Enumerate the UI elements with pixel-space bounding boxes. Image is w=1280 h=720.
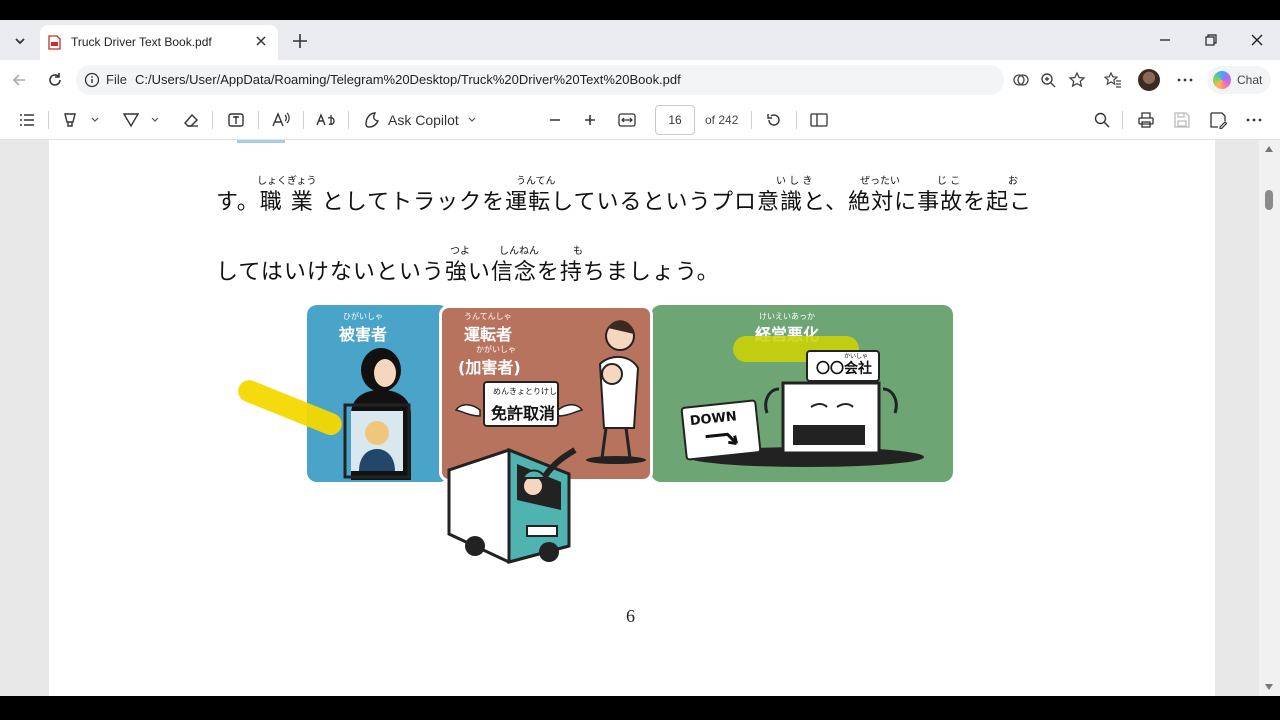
eraser-icon[interactable] xyxy=(178,109,204,131)
info-icon[interactable] xyxy=(84,72,100,88)
separator xyxy=(48,111,49,129)
down-sign: DOWN xyxy=(680,399,762,461)
minimize-icon[interactable] xyxy=(1150,28,1180,52)
panel-label: 運転者 xyxy=(464,325,513,344)
text-box-icon[interactable] xyxy=(223,109,249,131)
ask-copilot-label: Ask Copilot xyxy=(388,112,459,128)
scroll-down-arrow-icon[interactable] xyxy=(1265,684,1273,690)
fit-to-width-icon[interactable] xyxy=(614,109,640,131)
paragraph-line-2: してはいけないという強い信念を持ちましょう。 xyxy=(216,260,720,285)
reload-icon[interactable] xyxy=(42,67,68,93)
read-aloud-icon[interactable] xyxy=(268,109,294,131)
tab-active[interactable]: Truck Driver Text Book.pdf xyxy=(40,25,278,60)
business-decline-panel: けいえいあっか 経営悪化 かいしゃ 〇〇会社 DOWN xyxy=(651,305,953,482)
vertical-scrollbar[interactable] xyxy=(1259,140,1280,696)
profile-avatar[interactable] xyxy=(1138,69,1160,91)
victim-panel: ひがいしゃ 被害者 xyxy=(307,305,449,482)
separator xyxy=(212,111,213,129)
draw-tool-icon[interactable] xyxy=(116,109,162,131)
url-text[interactable]: C:/Users/User/AppData/Roaming/Telegram%2… xyxy=(135,72,681,87)
print-icon[interactable] xyxy=(1133,109,1159,131)
pdf-viewer[interactable]: しょくぎょう うんてん い し き ぜったい じ こ お す。職 業 としてトラ… xyxy=(0,140,1280,696)
pdf-page: しょくぎょう うんてん い し き ぜったい じ こ お す。職 業 としてトラ… xyxy=(49,140,1215,696)
translate-icon[interactable] xyxy=(313,109,339,131)
separator xyxy=(1122,111,1123,129)
page-number: 6 xyxy=(626,606,635,626)
license-sign-ruby: めんきょとりけし xyxy=(493,387,557,396)
chevron-down-icon xyxy=(467,115,477,125)
page-view-icon[interactable] xyxy=(806,109,832,131)
tab-strip: Truck Driver Text Book.pdf xyxy=(0,20,1280,60)
more-pdf-options-icon[interactable] xyxy=(1241,109,1267,131)
page-total-label: of 242 xyxy=(705,113,739,127)
highlight-tool-icon[interactable] xyxy=(56,109,102,131)
company-sign: かいしゃ 〇〇会社 xyxy=(806,350,880,382)
copilot-icon xyxy=(362,110,382,130)
save-icon[interactable] xyxy=(1169,109,1195,131)
copilot-chat-button[interactable]: Chat xyxy=(1207,66,1271,94)
scroll-up-arrow-icon[interactable] xyxy=(1265,146,1273,152)
zoom-icon[interactable] xyxy=(1037,69,1059,91)
down-sign-text: DOWN xyxy=(689,409,738,430)
tab-title: Truck Driver Text Book.pdf xyxy=(71,35,212,49)
contents-list-icon[interactable] xyxy=(14,109,40,131)
license-sign-text: 免許取消 xyxy=(491,404,556,423)
down-arrow-icon xyxy=(705,432,738,445)
tab-actions-chevron-down-icon[interactable] xyxy=(6,28,34,54)
separator xyxy=(348,111,349,129)
selection-marker xyxy=(237,140,285,143)
save-as-icon[interactable] xyxy=(1205,109,1231,131)
company-sign-text: 〇〇会社 xyxy=(816,361,872,377)
search-icon[interactable] xyxy=(1089,109,1115,131)
separator xyxy=(303,111,304,129)
rotate-icon[interactable] xyxy=(761,109,787,131)
grieving-woman-illustration xyxy=(343,348,411,480)
immersive-reader-icon[interactable] xyxy=(1010,69,1032,91)
screen-bottom-edge xyxy=(0,696,1280,720)
truck-driver-illustration xyxy=(447,447,577,564)
scroll-thumb[interactable] xyxy=(1265,190,1273,210)
scheme-label: File xyxy=(106,72,127,87)
separator xyxy=(796,111,797,129)
more-options-icon[interactable] xyxy=(1174,69,1196,91)
zoom-in-plus-icon[interactable] xyxy=(578,109,602,131)
zoom-out-minus-icon[interactable] xyxy=(543,109,567,131)
paragraph-line-1: す。職 業 としてトラックを運転しているというプロ意識と、絶対に事故を起こ xyxy=(216,190,1033,215)
new-tab-plus-icon[interactable] xyxy=(289,30,311,52)
panel-sub-label: (加害者) xyxy=(458,358,521,377)
separator xyxy=(258,111,259,129)
tab-close-icon[interactable] xyxy=(252,32,270,50)
page-number-input[interactable]: 16 xyxy=(655,105,695,135)
screen-top-edge xyxy=(0,0,1280,20)
favorite-star-icon[interactable] xyxy=(1066,69,1088,91)
window-close-icon[interactable] xyxy=(1242,28,1272,52)
pdf-file-icon xyxy=(48,35,61,50)
panel-label: 被害者 xyxy=(339,325,388,344)
omnibox[interactable]: File C:/Users/User/AppData/Roaming/Teleg… xyxy=(76,65,1004,95)
chat-label: Chat xyxy=(1237,73,1263,87)
ask-copilot-button[interactable]: Ask Copilot xyxy=(362,109,492,131)
restore-icon[interactable] xyxy=(1196,28,1226,52)
separator xyxy=(751,111,752,129)
address-bar-row: File C:/Users/User/AppData/Roaming/Teleg… xyxy=(0,60,1280,100)
pdf-toolbar: Ask Copilot 16 of 242 xyxy=(0,100,1280,140)
back-arrow-icon[interactable] xyxy=(6,67,32,93)
license-revoked-sign: めんきょとりけし 免許取消 xyxy=(483,381,559,427)
favorites-icon[interactable] xyxy=(1102,69,1124,91)
copilot-logo-icon xyxy=(1213,71,1231,89)
